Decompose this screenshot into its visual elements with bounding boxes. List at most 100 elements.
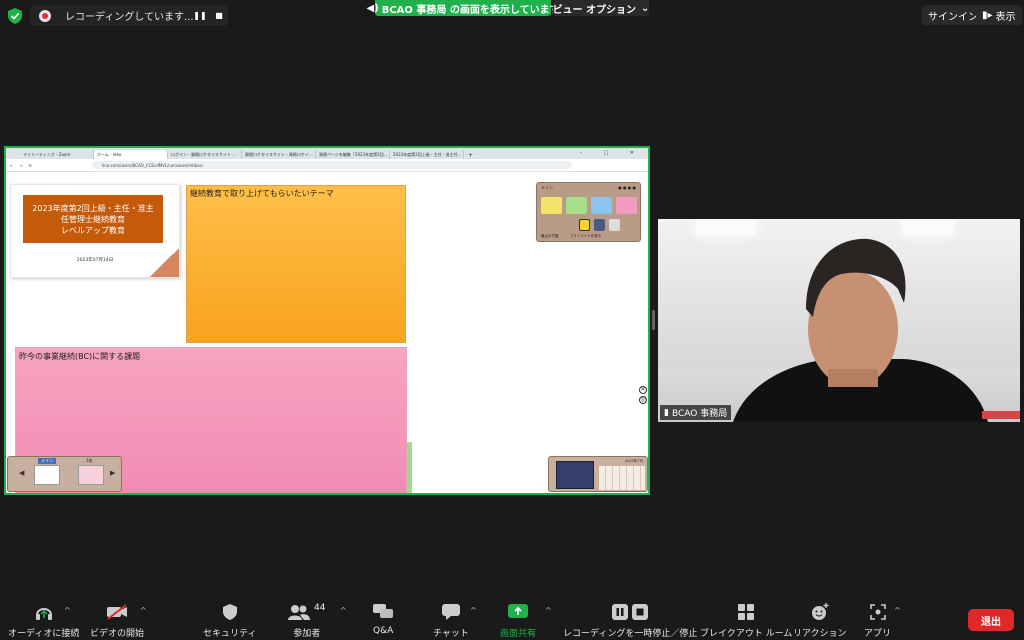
palette-title: メイン <box>541 185 553 190</box>
signal-bars-icon: ▮ <box>664 407 669 418</box>
apps-label: アプリ <box>864 629 892 639</box>
stop-recording-button[interactable]: ■ <box>212 9 226 22</box>
display-button[interactable]: ▮▸ 表示 <box>976 5 1022 25</box>
pink-sticky-swatch[interactable] <box>616 197 637 214</box>
lino-canvas[interactable]: 2023年度第2回上級・主任・准主 任管理士継続教育 レベルアップ教育 2023… <box>6 172 648 493</box>
new-tab-icon[interactable]: + <box>468 152 473 159</box>
palette-footer-right: プライベートを表示 <box>569 234 602 238</box>
signin-button[interactable]: サインイン <box>922 5 984 25</box>
recording-control-button[interactable]: レコーディングを一時停止／停止 <box>563 600 697 640</box>
calendar-month: 2023年7月 <box>625 459 644 463</box>
chat-bubble-icon <box>441 600 460 624</box>
title-line: レベルアップ教育 <box>61 225 125 235</box>
palette-footer[interactable]: 最近の付箋 プライベートを表示 <box>541 234 601 239</box>
video-options-caret-icon[interactable]: ^ <box>140 606 147 615</box>
audio-options-caret-icon[interactable]: ^ <box>64 606 71 615</box>
browser-tab[interactable]: 資格ページを編集「2023年度第2回... <box>316 150 390 159</box>
qa-label: Q&A <box>373 626 394 636</box>
participant-video-tile[interactable]: ▮ BCAO 事務局 <box>658 219 1020 422</box>
participants-label: 参加者 <box>293 629 321 639</box>
browser-address-bar: ← → ↻ lino.com/users/BCAO_CCEcdMVL/canva… <box>6 159 648 172</box>
participants-count: 44 <box>314 603 326 613</box>
participant-name-label: ▮ BCAO 事務局 <box>660 405 732 420</box>
palette-footer-left: 最近の付箋 <box>541 234 559 238</box>
pause-recording-button[interactable]: ❚❚ <box>193 9 207 22</box>
blue-sticky-swatch[interactable] <box>591 197 612 214</box>
sticky-palette-panel[interactable]: メイン ● ● ● ● 最近の付箋 プライベートを表示 <box>536 182 641 242</box>
browser-tab[interactable]: 2023年度第2回上級・主任・准主任... <box>390 150 464 159</box>
apps-options-caret-icon[interactable]: ^ <box>894 606 901 615</box>
participants-icon: 44 <box>288 600 325 624</box>
back-icon[interactable]: ← <box>10 163 13 168</box>
participants-button[interactable]: 44 参加者 <box>288 600 325 640</box>
chat-label: チャット <box>433 629 469 639</box>
smiley-icon <box>811 600 829 624</box>
canvas-navigator[interactable]: ◀ メイン 1枚 ▶ <box>7 456 122 492</box>
nav-left-icon[interactable]: ◀ <box>19 469 24 477</box>
browser-tab[interactable]: マイミーティング - Zoom <box>20 150 94 159</box>
security-label: セキュリティ <box>203 629 257 639</box>
green-sticky-swatch[interactable] <box>566 197 587 214</box>
recording-indicator: レコーディングしています... ❚❚ ■ <box>30 5 228 26</box>
breakout-rooms-button[interactable]: ブレイクアウト ルーム <box>700 600 792 640</box>
sharing-banner: ◀) BCAO 事務局 の画面を表示しています <box>366 0 560 16</box>
breakout-label: ブレイクアウト ルーム <box>700 629 793 639</box>
title-box: 2023年度第2回上級・主任・准主 任管理士継続教育 レベルアップ教育 <box>23 195 163 243</box>
background-red-object <box>982 411 1020 419</box>
calendar-panel[interactable]: 2023年7月 <box>548 456 648 492</box>
security-button[interactable]: セキュリティ <box>203 600 256 640</box>
yellow-sticky-swatch[interactable] <box>541 197 562 214</box>
nav-right-icon[interactable]: ▶ <box>110 469 115 477</box>
browser-tab[interactable]: 資格ロケタイスサイト - 資格ロケイ... <box>242 150 316 159</box>
sticky-note-text: 昨今の事業継続(BC)に関する課題 <box>19 352 141 361</box>
qa-button[interactable]: Q&A <box>373 600 393 640</box>
breakout-grid-icon <box>738 600 755 624</box>
audio-label: オーディオに接続 <box>8 629 80 639</box>
nav-tab-main[interactable]: メイン <box>38 458 56 464</box>
shared-screen[interactable]: マイミーティング - Zoom ホーム - Ideo ログイン - 資格ロケタイ… <box>4 146 650 495</box>
recording-text: レコーディングしています... <box>65 12 194 23</box>
reactions-button[interactable]: リアクション <box>793 600 847 640</box>
palette-controls-icon[interactable]: ● ● ● ● <box>618 185 636 191</box>
sticky-note-green-edge[interactable] <box>407 442 412 493</box>
settings-circle-icon[interactable]: ◎ <box>639 396 647 404</box>
url-field[interactable]: lino.com/users/BCAO_CCEcdMVL/canvases/re… <box>92 161 573 169</box>
sticky-note-orange[interactable]: 継続教育で取り上げてもらいたいテーマ <box>186 185 406 343</box>
image-icon[interactable] <box>609 219 620 231</box>
nav-thumbnail-main[interactable] <box>34 465 60 485</box>
reload-icon[interactable]: ↻ <box>29 163 32 168</box>
participants-options-caret-icon[interactable]: ^ <box>340 606 347 615</box>
signin-label: サインイン <box>928 11 978 23</box>
leave-button[interactable]: 退出 <box>968 609 1014 631</box>
view-options-button[interactable]: ビュー オプション ⌄ <box>553 0 649 16</box>
chat-button[interactable]: チャット <box>433 600 469 640</box>
recording-dot-icon <box>39 9 51 22</box>
window-controls[interactable]: – □ ✕ <box>579 150 644 156</box>
title-card[interactable]: 2023年度第2回上級・主任・准主 任管理士継続教育 レベルアップ教育 2023… <box>10 184 180 278</box>
calendar-grid[interactable] <box>599 466 645 490</box>
browser-tab[interactable]: ログイン - 資格ロケタイスサイト ... <box>168 150 242 159</box>
chat-options-caret-icon[interactable]: ^ <box>470 606 477 615</box>
card-corner <box>149 249 179 277</box>
apps-button[interactable]: アプリ <box>864 600 891 640</box>
nav-thumbnail-second[interactable] <box>78 465 104 485</box>
video-button[interactable]: ビデオの開始 <box>90 600 144 640</box>
pause-stop-icon <box>612 600 649 624</box>
marker-icon[interactable] <box>579 219 590 231</box>
file-icon[interactable] <box>594 219 605 231</box>
apps-icon <box>869 600 886 624</box>
minimap-thumbnail[interactable] <box>556 461 594 489</box>
share-options-caret-icon[interactable]: ^ <box>545 606 552 615</box>
video-off-icon <box>106 600 128 624</box>
forward-icon[interactable]: → <box>19 163 22 168</box>
display-label: 表示 <box>995 11 1016 23</box>
share-screen-icon <box>508 600 528 624</box>
share-screen-button[interactable]: 画面共有 <box>500 600 536 640</box>
resize-handle[interactable] <box>652 310 655 330</box>
nav-tab-second[interactable]: 1枚 <box>86 458 93 464</box>
security-shield-icon[interactable] <box>8 8 22 24</box>
title-line: 任管理士継続教育 <box>61 214 125 224</box>
close-circle-icon[interactable]: ✕ <box>639 386 647 394</box>
browser-tab[interactable]: ホーム - Ideo <box>94 150 168 159</box>
speaker-icon: ◀) <box>366 2 379 14</box>
